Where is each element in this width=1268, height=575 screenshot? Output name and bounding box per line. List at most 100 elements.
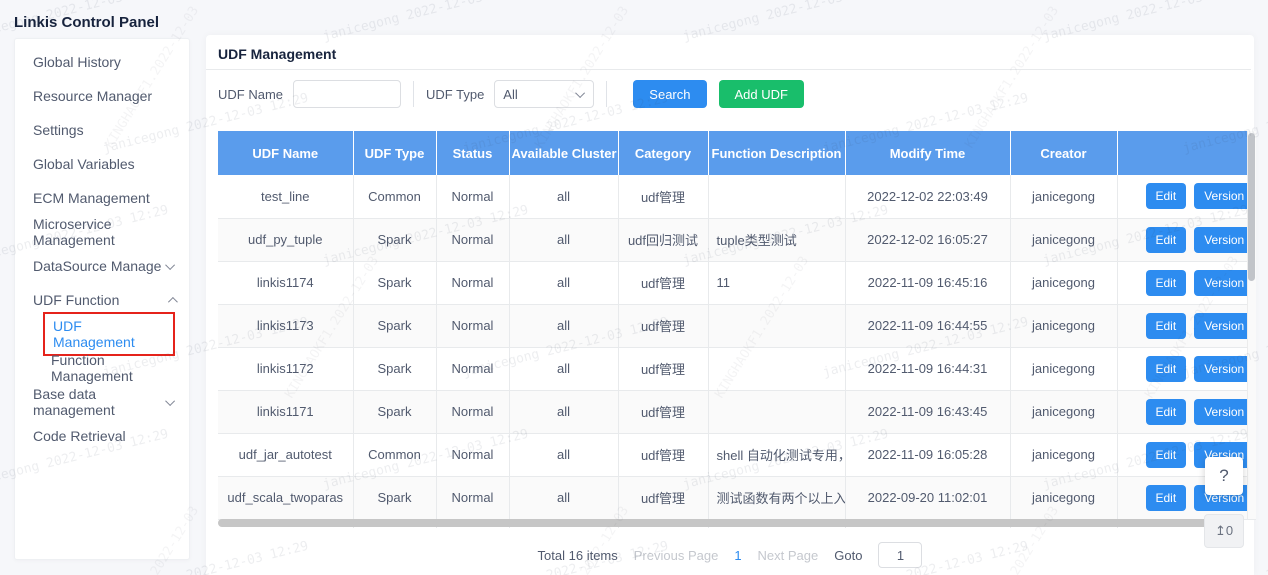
sidebar-item-global-history[interactable]: Global History — [15, 45, 189, 79]
sidebar-item-resource-manager[interactable]: Resource Manager — [15, 79, 189, 113]
edit-button[interactable]: Edit — [1146, 399, 1187, 425]
cell-time: 2022-11-09 16:43:45 — [845, 390, 1010, 433]
previous-page-button[interactable]: Previous Page — [634, 548, 719, 563]
table-row: udf_py_tupleSparkNormalalludf回归测试tuple类型… — [218, 218, 1256, 261]
udf-type-select[interactable]: All — [494, 80, 594, 108]
edit-button[interactable]: Edit — [1146, 313, 1187, 339]
cell-category: udf管理 — [618, 261, 708, 304]
sidebar-item-ecm-management[interactable]: ECM Management — [15, 181, 189, 215]
column-header: Status — [436, 131, 509, 175]
sidebar-item-label: UDF Function — [33, 292, 119, 308]
cell-status: Normal — [436, 218, 509, 261]
sidebar-menu: Global HistoryResource ManagerSettings Gl… — [15, 45, 189, 453]
back-to-top-widget[interactable]: ↥0 — [1204, 514, 1244, 548]
divider — [413, 81, 414, 107]
chevron-up-icon — [168, 296, 178, 306]
cell-actions: EditVersion List — [1117, 261, 1256, 304]
cell-actions: EditVersion List — [1117, 304, 1256, 347]
table-row: linkis1171SparkNormalalludf管理2022-11-09 … — [218, 390, 1256, 433]
vertical-scrollbar-track[interactable] — [1247, 131, 1256, 519]
cell-cluster: all — [509, 304, 618, 347]
sidebar-item-settings[interactable]: Settings — [15, 113, 189, 147]
add-udf-button[interactable]: Add UDF — [719, 80, 804, 108]
column-header: UDF Name — [218, 131, 353, 175]
pagination: Total 16 items Previous Page 1 Next Page… — [206, 542, 1254, 568]
cell-creator: janicegong — [1010, 218, 1117, 261]
edit-button[interactable]: Edit — [1146, 227, 1187, 253]
sidebar-item-function-management[interactable]: Function Management — [15, 351, 189, 385]
column-header: Modify Time — [845, 131, 1010, 175]
filter-bar: UDF Name UDF Type All Search Add UDF — [218, 80, 804, 108]
column-header: Function Description — [708, 131, 845, 175]
cell-cluster: all — [509, 175, 618, 218]
cell-status: Normal — [436, 347, 509, 390]
cell-cluster: all — [509, 476, 618, 519]
cell-name: linkis1171 — [218, 390, 353, 433]
cell-status: Normal — [436, 304, 509, 347]
cell-cluster: all — [509, 261, 618, 304]
cell-type: Spark — [353, 261, 436, 304]
sidebar-item-global-variables[interactable]: Global Variables — [15, 147, 189, 181]
sidebar-item-label: DataSource Manage — [33, 258, 161, 274]
cell-category: udf管理 — [618, 390, 708, 433]
edit-button[interactable]: Edit — [1146, 485, 1187, 511]
sidebar-item-udf-management[interactable]: UDF Management — [15, 317, 189, 351]
column-header: Creator — [1010, 131, 1117, 175]
sidebar-item-microservice-management[interactable]: Microservice Management — [15, 215, 189, 249]
cell-status: Normal — [436, 476, 509, 519]
edit-button[interactable]: Edit — [1146, 356, 1187, 382]
cell-cluster: all — [509, 347, 618, 390]
chevron-down-icon — [575, 88, 585, 98]
udf-type-label: UDF Type — [426, 87, 484, 102]
goto-label: Goto — [834, 548, 862, 563]
cell-category: udf管理 — [618, 433, 708, 476]
sidebar-item-base-data-management[interactable]: Base data management — [15, 385, 189, 419]
cell-type: Spark — [353, 390, 436, 433]
edit-button[interactable]: Edit — [1146, 270, 1187, 296]
horizontal-scrollbar-thumb[interactable] — [218, 519, 1234, 527]
udf-name-input[interactable] — [293, 80, 401, 108]
cell-status: Normal — [436, 390, 509, 433]
cell-status: Normal — [436, 433, 509, 476]
table-row: linkis1173SparkNormalalludf管理2022-11-09 … — [218, 304, 1256, 347]
vertical-scrollbar-thumb[interactable] — [1248, 133, 1255, 281]
cell-creator: janicegong — [1010, 433, 1117, 476]
edit-button[interactable]: Edit — [1146, 442, 1187, 468]
sidebar-item-datasource-manage[interactable]: DataSource Manage — [15, 249, 189, 283]
sidebar-item-code-retrieval[interactable]: Code Retrieval — [15, 419, 189, 453]
current-page-number[interactable]: 1 — [734, 548, 741, 563]
column-header: Category — [618, 131, 708, 175]
cell-status: Normal — [436, 261, 509, 304]
search-button[interactable]: Search — [633, 80, 706, 108]
cell-creator: janicegong — [1010, 390, 1117, 433]
cell-time: 2022-12-02 16:05:27 — [845, 218, 1010, 261]
cell-creator: janicegong — [1010, 476, 1117, 519]
horizontal-scrollbar-track[interactable] — [218, 519, 1244, 527]
page-title: UDF Management — [218, 46, 336, 62]
cell-desc: shell 自动化测试专用，勿... — [708, 433, 845, 476]
table-body: test_lineCommonNormalalludf管理2022-12-02 … — [218, 175, 1256, 528]
next-page-button[interactable]: Next Page — [758, 548, 819, 563]
sidebar-item-label: Base data management — [33, 386, 168, 418]
udf-table-container: UDF NameUDF TypeStatusAvailable ClusterC… — [218, 131, 1256, 528]
cell-desc — [708, 175, 845, 218]
cell-actions: EditVersion List — [1117, 390, 1256, 433]
help-button[interactable]: ? — [1205, 457, 1243, 495]
sidebar-item-label: Global Variables — [33, 156, 135, 172]
main-panel: UDF Management UDF Name UDF Type All Sea… — [206, 35, 1254, 575]
edit-button[interactable]: Edit — [1146, 183, 1187, 209]
cell-name: test_line — [218, 175, 353, 218]
cell-name: linkis1172 — [218, 347, 353, 390]
goto-page-input[interactable] — [878, 542, 922, 568]
table-header-row: UDF NameUDF TypeStatusAvailable ClusterC… — [218, 131, 1256, 175]
cell-desc: tuple类型测试 — [708, 218, 845, 261]
cell-desc: 11 — [708, 261, 845, 304]
cell-desc — [708, 304, 845, 347]
cell-actions: EditVersion List — [1117, 347, 1256, 390]
cell-time: 2022-11-09 16:05:28 — [845, 433, 1010, 476]
chevron-down-icon — [165, 260, 175, 270]
divider — [606, 81, 607, 107]
cell-type: Spark — [353, 304, 436, 347]
cell-status: Normal — [436, 175, 509, 218]
table-row: linkis1172SparkNormalalludf管理2022-11-09 … — [218, 347, 1256, 390]
